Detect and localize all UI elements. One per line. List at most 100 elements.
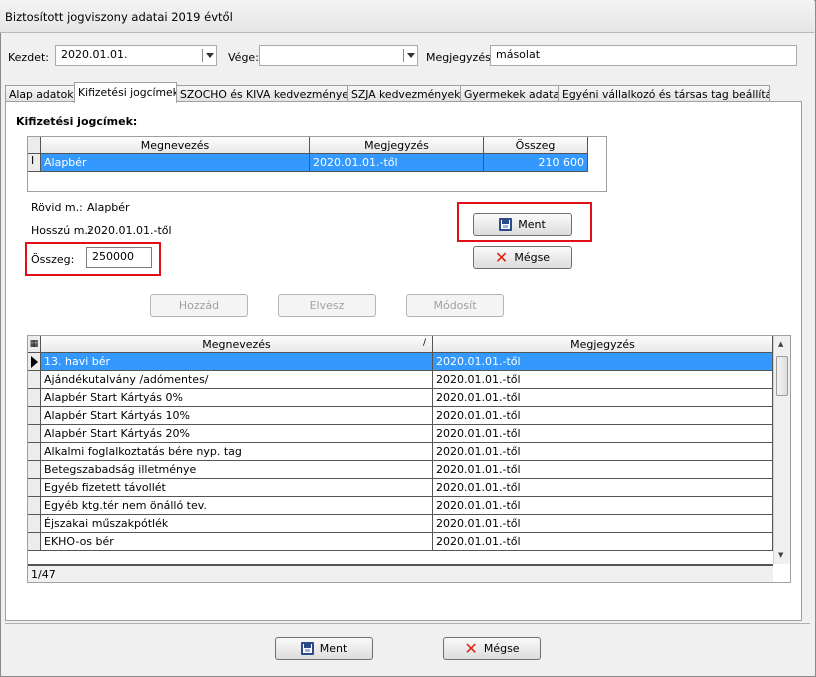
cell-megjegyzes[interactable]: 2020.01.01.-től: [433, 425, 773, 443]
tab-kifizetesi-jogcimek[interactable]: Kifizetési jogcímek: [74, 82, 177, 103]
scrollbar-thumb[interactable]: [776, 356, 788, 396]
tab-gyermekek-adatai[interactable]: Gyermekek adatai: [460, 85, 559, 102]
megjegyzes-label: Megjegyzés:: [426, 51, 495, 64]
osszeg-label: Összeg:: [31, 253, 75, 266]
ment-button[interactable]: Ment: [473, 213, 572, 236]
save-icon: [300, 642, 314, 655]
footer-divider: [5, 623, 810, 624]
column-header-megnevezes[interactable]: Megnevezés /: [41, 336, 433, 353]
cell-megnevezes[interactable]: 13. havi bér: [41, 353, 433, 371]
row-indicator: [28, 461, 41, 479]
modosit-button[interactable]: Módosít: [406, 294, 504, 317]
cell-megjegyzes[interactable]: 2020.01.01.-től: [433, 407, 773, 425]
table-row[interactable]: 13. havi bér 2020.01.01.-től: [28, 353, 773, 371]
cell-megnevezes[interactable]: Alapbér Start Kártyás 0%: [41, 389, 433, 407]
rovid-label: Rövid m.:: [31, 201, 83, 214]
vege-label: Vége:: [228, 51, 259, 64]
bottom-grid: ▦ Megnevezés / Megjegyzés 13. havi bér 20…: [27, 335, 791, 583]
table-row[interactable]: Alapbér Start Kártyás 0% 2020.01.01.-től: [28, 389, 773, 407]
current-row-arrow-icon: [28, 353, 41, 371]
table-row[interactable]: EKHO-os bér 2020.01.01.-től: [28, 533, 773, 551]
cell-megnevezes[interactable]: Alkalmi foglalkoztatás bére nyp. tag: [41, 443, 433, 461]
cell-megjegyzes[interactable]: 2020.01.01.-től: [433, 515, 773, 533]
tab-szocho-kiva[interactable]: SZOCHO és KIVA kedvezmények: [176, 85, 348, 102]
hosszu-label: Hosszú m.:: [31, 224, 92, 237]
cell-megjegyzes[interactable]: 2020.01.01.-től: [433, 479, 773, 497]
save-icon: [499, 218, 513, 231]
row-indicator: [28, 497, 41, 515]
row-indicator: [28, 407, 41, 425]
table-row[interactable]: Alapbér Start Kártyás 10% 2020.01.01.-től: [28, 407, 773, 425]
table-row[interactable]: Alapbér Start Kártyás 20% 2020.01.01.-től: [28, 425, 773, 443]
row-indicator: [28, 479, 41, 497]
cell-megjegyzes[interactable]: 2020.01.01.-től: [433, 497, 773, 515]
column-header-megjegyzes[interactable]: Megjegyzés: [433, 336, 773, 353]
cell-megnevezes[interactable]: Éjszakai műszakpótlék: [41, 515, 433, 533]
scroll-up-icon[interactable]: ▲: [778, 340, 783, 348]
rovid-value: Alapbér: [87, 201, 130, 214]
hosszu-value: 2020.01.01.-től: [87, 224, 172, 237]
footer-ment-button[interactable]: Ment: [275, 637, 373, 660]
table-row[interactable]: Betegszabadság illetménye 2020.01.01.-től: [28, 461, 773, 479]
table-row[interactable]: I Alapbér 2020.01.01.-től 210 600: [28, 154, 588, 172]
chevron-down-icon[interactable]: [206, 53, 214, 58]
hozzad-button[interactable]: Hozzád: [150, 294, 248, 317]
cell-megnevezes[interactable]: Ajándékutalvány /adómentes/: [41, 371, 433, 389]
megse-button[interactable]: ✕ Mégse: [473, 246, 572, 269]
top-grid: Megnevezés Megjegyzés Összeg I Alapbér 2…: [27, 136, 607, 192]
cell-megnevezes[interactable]: Alapbér Start Kártyás 10%: [41, 407, 433, 425]
tab-egyeni-vallalkozo[interactable]: Egyéni vállalkozó és társas tag beállítá…: [558, 85, 770, 102]
row-indicator: [28, 425, 41, 443]
tab-alap-adatok[interactable]: Alap adatok: [5, 85, 75, 102]
kezdet-combo[interactable]: 2020.01.01.: [55, 45, 217, 66]
cell-megjegyzes[interactable]: 2020.01.01.-től: [310, 154, 484, 172]
footer-ment-label: Ment: [319, 642, 348, 655]
column-header-megnevezes[interactable]: Megnevezés: [41, 137, 310, 154]
table-row[interactable]: Éjszakai műszakpótlék 2020.01.01.-től: [28, 515, 773, 533]
cell-megjegyzes[interactable]: 2020.01.01.-től: [433, 533, 773, 551]
cell-megjegyzes[interactable]: 2020.01.01.-től: [433, 443, 773, 461]
table-row[interactable]: Ajándékutalvány /adómentes/2020.01.01.-t…: [28, 371, 773, 389]
cell-megjegyzes[interactable]: 2020.01.01.-től: [433, 353, 773, 371]
footer-megse-button[interactable]: ✕ Mégse: [443, 637, 541, 660]
table-row[interactable]: Alkalmi foglalkoztatás bére nyp. tag 2020…: [28, 443, 773, 461]
grid-settings-icon[interactable]: ▦: [28, 336, 41, 353]
cell-megjegyzes[interactable]: 2020.01.01.-től: [433, 389, 773, 407]
cell-megnevezes[interactable]: Egyéb ktg.tér nem önálló tev.: [41, 497, 433, 515]
scroll-down-icon[interactable]: ▼: [778, 551, 783, 559]
vertical-scrollbar[interactable]: ▲ ▼: [773, 336, 790, 564]
section-title: Kifizetési jogcímek:: [16, 115, 138, 128]
cell-osszeg[interactable]: 210 600: [484, 154, 588, 172]
megse-button-label: Mégse: [514, 251, 551, 264]
footer-megse-label: Mégse: [483, 642, 520, 655]
osszeg-input[interactable]: 250000: [86, 247, 152, 268]
cell-megjegyzes[interactable]: 2020.01.01.-től: [433, 461, 773, 479]
megjegyzes-input[interactable]: másolat: [490, 45, 797, 66]
kezdet-value: 2020.01.01.: [61, 48, 128, 61]
cell-megnevezes[interactable]: Egyéb fizetett távollét: [41, 479, 433, 497]
row-indicator: [28, 371, 41, 389]
column-header-megnevezes-label: Megnevezés: [202, 338, 271, 351]
cell-megnevezes[interactable]: EKHO-os bér: [41, 533, 433, 551]
row-indicator: [28, 533, 41, 551]
kezdet-label: Kezdet:: [8, 51, 49, 64]
tab-szja-kedvezmenyek[interactable]: SZJA kedvezmények: [347, 85, 461, 102]
chevron-down-icon[interactable]: [407, 53, 415, 58]
row-indicator: [28, 515, 41, 533]
elvesz-button[interactable]: Elvesz: [278, 294, 376, 317]
record-counter: 1/47: [28, 564, 773, 582]
cell-megjegyzes[interactable]: 2020.01.01.-től: [433, 371, 773, 389]
column-header-osszeg[interactable]: Összeg: [484, 137, 588, 154]
window-title: Biztosított jogviszony adatai 2019 évtől: [0, 0, 814, 33]
ment-button-label: Ment: [518, 218, 546, 231]
cell-megnevezes[interactable]: Alapbér Start Kártyás 20%: [41, 425, 433, 443]
close-icon: ✕: [494, 247, 509, 267]
table-row[interactable]: Egyéb fizetett távollét 2020.01.01.-től: [28, 479, 773, 497]
cell-megnevezes[interactable]: Betegszabadság illetménye: [41, 461, 433, 479]
column-header-megjegyzes[interactable]: Megjegyzés: [310, 137, 484, 154]
cell-megnevezes[interactable]: Alapbér: [41, 154, 310, 172]
table-row[interactable]: Egyéb ktg.tér nem önálló tev. 2020.01.01.…: [28, 497, 773, 515]
sort-icon: /: [422, 338, 426, 348]
row-indicator: [28, 389, 41, 407]
vege-combo[interactable]: [259, 45, 418, 66]
